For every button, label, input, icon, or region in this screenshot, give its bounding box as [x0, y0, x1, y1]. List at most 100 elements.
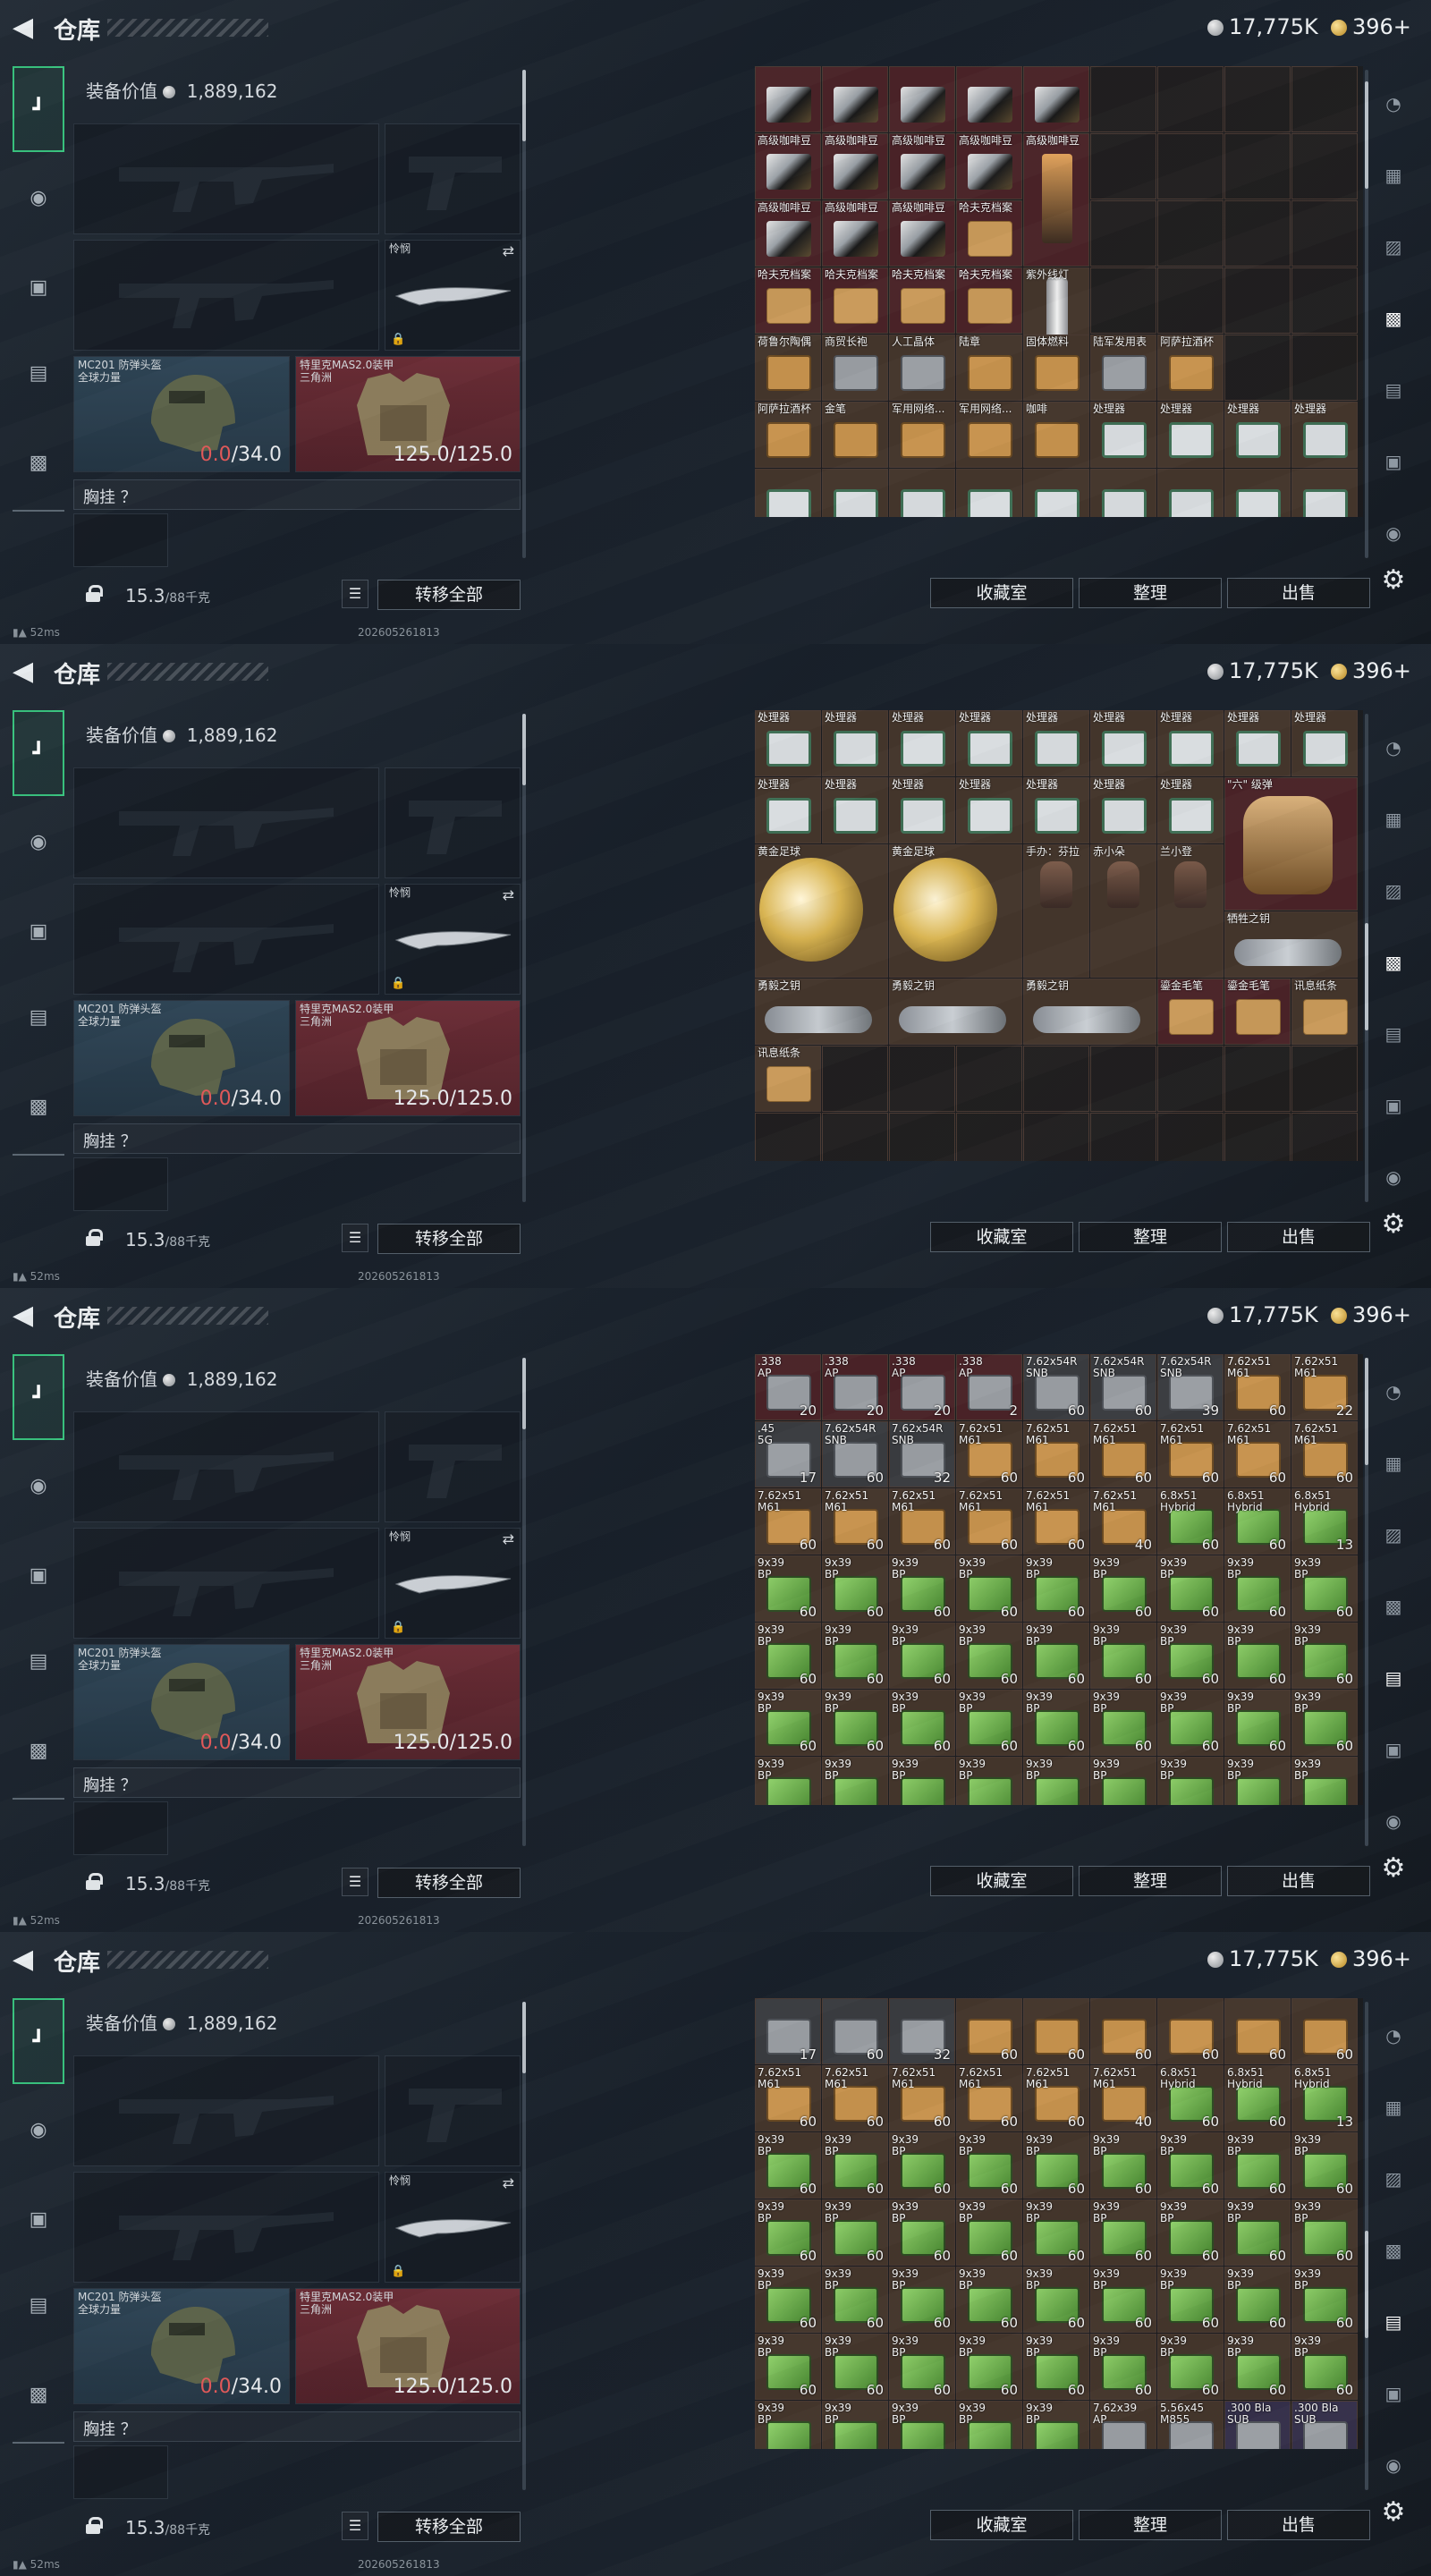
bag-icon[interactable]: ▣ [13, 263, 64, 311]
empty-cell[interactable] [1157, 66, 1224, 132]
stash-item[interactable] [1291, 469, 1358, 517]
stash-item[interactable]: 9x39 BP 60 [755, 1623, 821, 1689]
stash-item[interactable]: .300 Bla SUB3 [1291, 2401, 1358, 2449]
stash-item[interactable]: 5.56x45 M85526 [1157, 2401, 1224, 2449]
stash-item[interactable]: 9x39 BP 60 [956, 1555, 1022, 1622]
bag-icon[interactable]: ▣ [13, 2195, 64, 2243]
equipment-scrollbar[interactable] [522, 2002, 526, 2490]
backpack-rig-icon[interactable]: ◉ [13, 174, 64, 222]
crate-icon[interactable]: ▩ [1377, 946, 1410, 979]
stash-item[interactable]: 哈夫克档案 [889, 267, 955, 334]
sell-button[interactable]: 出售 [1227, 2510, 1370, 2540]
stash-item[interactable]: 9x39 BP 60 [1224, 2267, 1291, 2333]
stash-item[interactable]: 9x39 BP 60 [1224, 2334, 1291, 2400]
stash-item[interactable]: 9x39 BP 60 [1224, 1623, 1291, 1689]
stash-item[interactable]: 9x39 BP 60 [1291, 1690, 1358, 1756]
empty-cell[interactable] [1023, 1046, 1089, 1112]
empty-cell[interactable] [1090, 1046, 1156, 1112]
collection-room-button[interactable]: 收藏室 [930, 1222, 1073, 1252]
stash-item[interactable] [822, 469, 888, 517]
stash-item[interactable]: 处理器 [1090, 710, 1156, 776]
list-view-icon[interactable]: ☰ [342, 1224, 368, 1252]
stash-item[interactable]: 陆军发用表 [1090, 335, 1156, 401]
stash-item[interactable]: 7.62x51 M61 60 [889, 1488, 955, 1555]
silver-balance[interactable]: 17,775K [1207, 1302, 1318, 1327]
empty-cell[interactable] [1291, 1113, 1358, 1161]
primary-weapon-slot[interactable] [73, 123, 379, 234]
stash-item[interactable]: 高级咖啡豆 [755, 200, 821, 267]
collection-room-button[interactable]: 收藏室 [930, 2510, 1073, 2540]
stash-item[interactable]: 9x39 BP 60 [1023, 2267, 1089, 2333]
camera-icon[interactable]: ◉ [1377, 2449, 1410, 2481]
stash-item[interactable]: 9x39 BP 60 [1023, 2334, 1089, 2400]
stash-scroll-thumb[interactable] [1365, 923, 1368, 1030]
stash-item[interactable]: 高级咖啡豆 [822, 133, 888, 199]
swap-arrows-icon[interactable]: ⇄ [503, 2174, 514, 2191]
stash-item[interactable]: 9x39 BP 60 [1090, 2199, 1156, 2266]
vault-icon[interactable]: ▨ [1377, 231, 1410, 263]
safe-icon[interactable]: ◔ [1377, 2020, 1410, 2052]
stash-item[interactable]: 9x39 BP 60 [1157, 1690, 1224, 1756]
stash-scrollbar[interactable] [1365, 1358, 1368, 1846]
empty-cell[interactable] [1157, 200, 1224, 267]
empty-cell[interactable] [1224, 66, 1291, 132]
stash-item[interactable]: 勇毅之钥 [1023, 979, 1156, 1045]
armor-slot[interactable]: 特里克MAS2.0装甲 三角洲 125.0/125.0 [295, 356, 521, 472]
stash-item[interactable]: 高级咖啡豆 [1023, 133, 1089, 267]
equipment-scrollbar[interactable] [522, 70, 526, 558]
settings-gear-icon[interactable]: ⚙ [1378, 1209, 1409, 1240]
stash-scrollbar[interactable] [1365, 2002, 1368, 2490]
sell-button[interactable]: 出售 [1227, 578, 1370, 608]
level-icon[interactable]: ▤ [1377, 374, 1410, 406]
stash-item[interactable]: 7.62x51 M61 60 [1224, 1421, 1291, 1487]
helmet-slot[interactable]: MC201 防弹头盔 全球力量 0.0/34.0 [73, 356, 290, 472]
chest-rig-slot[interactable]: 胸挂 ？ [73, 1767, 521, 1798]
stash-item[interactable]: 哈夫克档案 [822, 267, 888, 334]
helmet-slot[interactable]: MC201 防弹头盔 全球力量 0.0/34.0 [73, 1000, 290, 1116]
empty-cell[interactable] [755, 1113, 821, 1161]
transfer-all-button[interactable]: 转移全部 [377, 580, 521, 610]
rig-item-slot[interactable] [73, 1801, 168, 1855]
empty-cell[interactable] [956, 1046, 1022, 1112]
briefcase-icon[interactable]: ▩ [13, 1082, 64, 1131]
stash-item[interactable]: 7.62x39 AP30 [1090, 2401, 1156, 2449]
stash-item[interactable]: 9x39 BP 60 [1224, 1555, 1291, 1622]
stash-item[interactable]: 处理器 [1157, 402, 1224, 468]
stash-item[interactable]: 6.8x51 Hybrid 60 [1224, 1488, 1291, 1555]
stash-item[interactable]: 处理器 [1291, 402, 1358, 468]
stash-item[interactable]: 9x39 BP 60 [1224, 2132, 1291, 2199]
stash-item[interactable]: 9x39 BP 60 [1157, 2267, 1224, 2333]
camera-icon[interactable]: ◉ [1377, 1805, 1410, 1837]
pistol-slot[interactable] [385, 123, 521, 234]
level-icon[interactable]: ▤ [1377, 1018, 1410, 1050]
swap-arrows-icon[interactable]: ⇄ [503, 886, 514, 903]
melee-slot[interactable]: 怜悯 ⇄ 🔒 [385, 240, 521, 351]
stash-item[interactable]: 9x39 BP 60 [889, 1623, 955, 1689]
empty-cell[interactable] [1090, 66, 1156, 132]
empty-cell[interactable] [956, 1113, 1022, 1161]
stash-item[interactable]: 60 [1023, 1998, 1089, 2064]
safe-icon[interactable]: ◔ [1377, 1376, 1410, 1408]
stash-item[interactable]: 处理器 [956, 777, 1022, 843]
stash-item[interactable]: 处理器 [1157, 777, 1224, 843]
stash-item[interactable]: 7.62x51 M61 60 [956, 1488, 1022, 1555]
stash-item[interactable]: 高级咖啡豆 [889, 133, 955, 199]
stash-item[interactable]: 9x39 BP 60 [822, 2132, 888, 2199]
empty-cell[interactable] [1224, 133, 1291, 199]
pistol-icon[interactable]: ┛ [13, 66, 64, 152]
empty-cell[interactable] [1291, 200, 1358, 267]
briefcase-icon[interactable]: ▩ [13, 2370, 64, 2419]
gift-icon[interactable]: ▦ [1377, 1447, 1410, 1479]
swap-arrows-icon[interactable]: ⇄ [503, 1530, 514, 1547]
stash-item[interactable]: 9x39 BP 60 [1090, 1623, 1156, 1689]
back-arrow-icon[interactable]: ◀ [13, 1302, 39, 1331]
empty-cell[interactable] [1224, 1046, 1291, 1112]
stash-item[interactable]: 处理器 [1023, 710, 1089, 776]
empty-cell[interactable] [1157, 1113, 1224, 1161]
stash-item[interactable]: 处理器 [889, 710, 955, 776]
stash-item[interactable]: .300 Bla SUB60 [1224, 2401, 1291, 2449]
stash-item[interactable]: 荷鲁尔陶偶 [755, 335, 821, 401]
safe-icon[interactable]: ◔ [1377, 88, 1410, 120]
stash-item[interactable]: 9x39 BP 60 [889, 1555, 955, 1622]
stash-item[interactable]: 咖啡 [1023, 402, 1089, 468]
